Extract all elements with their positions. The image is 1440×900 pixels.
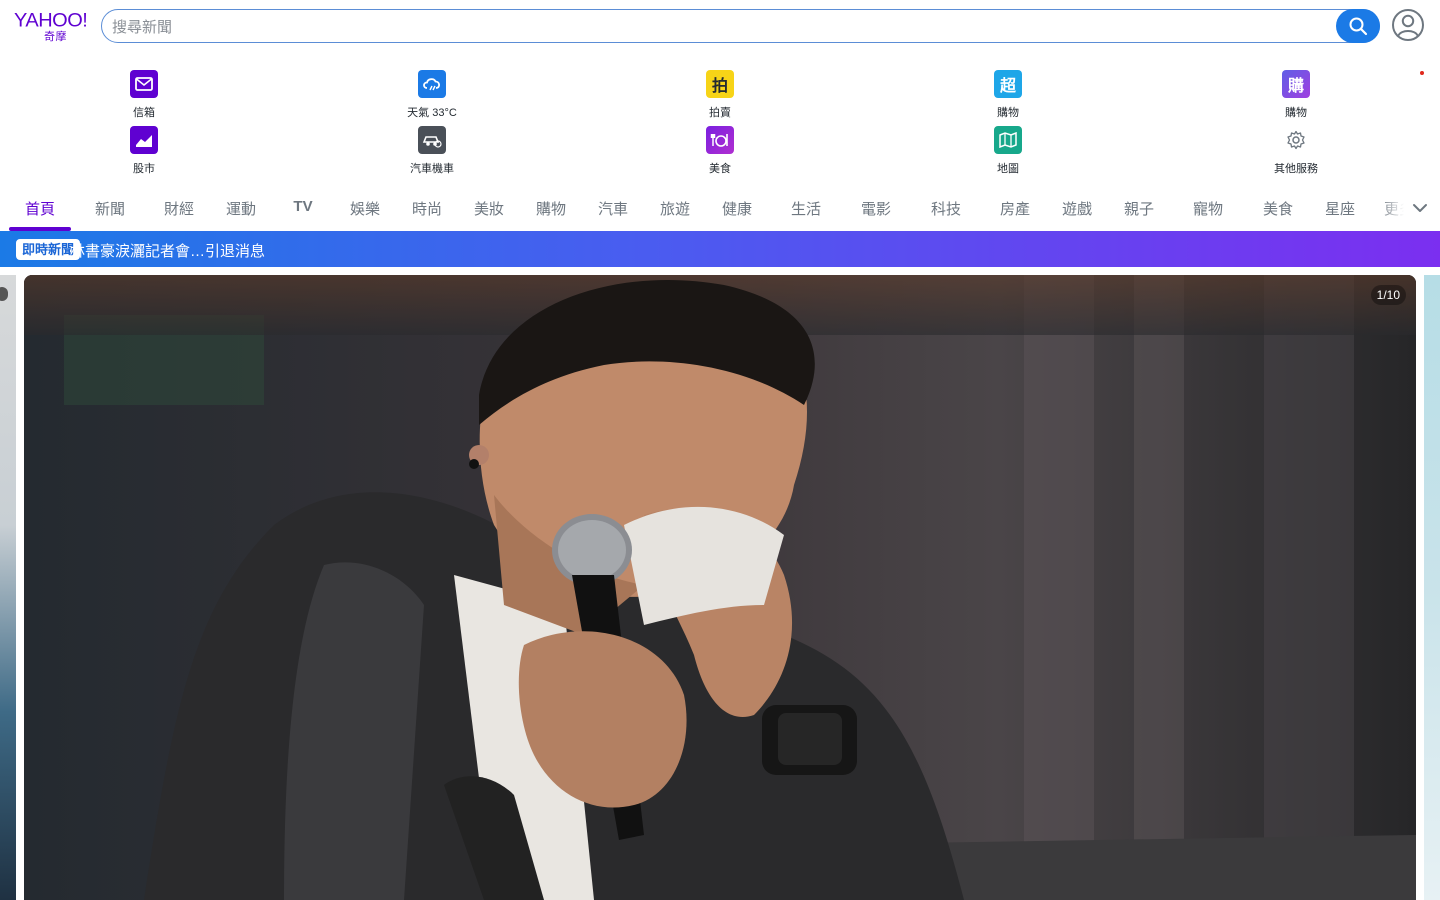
hero-image[interactable]: 1/10 — [24, 275, 1416, 900]
app-label: 信箱 — [133, 107, 155, 119]
tab-life[interactable]: 生活 — [780, 188, 832, 230]
hero-carousel: 1/10 — [0, 275, 1440, 900]
next-slide-preview[interactable] — [1424, 275, 1440, 900]
tab-tech[interactable]: 科技 — [920, 188, 972, 230]
account-button[interactable] — [1391, 8, 1425, 42]
tab-finance[interactable]: 財經 — [156, 188, 202, 230]
category-tabs: 首頁 新聞 財經 運動 TV 娛樂 時尚 美妝 購物 汽車 旅遊 健康 生活 電… — [0, 188, 1440, 230]
notification-dot — [1420, 71, 1424, 75]
yahoo-logo[interactable]: YAHOO! 奇摩 — [14, 10, 88, 44]
app-label: 購物 — [997, 107, 1019, 119]
breaking-news-headline[interactable]: 林書豪淚灑記者會…引退消息 — [70, 240, 265, 261]
auction-icon: 拍 — [706, 70, 734, 98]
app-dining[interactable]: 美食 — [660, 122, 780, 175]
tab-auto[interactable]: 汽車 — [590, 188, 636, 230]
search-icon — [1349, 17, 1368, 36]
chevron-down-icon — [1413, 204, 1427, 212]
app-more-services[interactable]: 其他服務 — [1236, 122, 1356, 175]
app-label: 地圖 — [997, 163, 1019, 175]
tab-tv[interactable]: TV — [280, 188, 326, 230]
tab-news[interactable]: 新聞 — [84, 188, 136, 230]
map-icon — [994, 126, 1022, 154]
slide-counter: 1/10 — [1370, 285, 1406, 305]
mail-icon — [130, 70, 158, 98]
app-stock[interactable]: 股市 — [84, 122, 204, 175]
dining-icon — [706, 126, 734, 154]
app-label: 購物 — [1285, 107, 1307, 119]
tab-health[interactable]: 健康 — [714, 188, 760, 230]
app-shopping[interactable]: 超 購物 — [948, 66, 1068, 119]
app-label: 美食 — [709, 163, 731, 175]
stock-chart-icon — [130, 126, 158, 154]
app-label: 汽車機車 — [410, 163, 454, 175]
app-label: 拍賣 — [709, 107, 731, 119]
app-label: 其他服務 — [1274, 163, 1318, 175]
tab-pets[interactable]: 寵物 — [1182, 188, 1234, 230]
app-shortcuts: 信箱 天氣 33°C 拍 拍賣 超 購物 購 購物 股市 汽車機車 美食 地圖 … — [0, 66, 1440, 182]
tab-games[interactable]: 遊戲 — [1054, 188, 1100, 230]
search-button[interactable] — [1336, 9, 1380, 43]
app-auction[interactable]: 拍 拍賣 — [660, 66, 780, 119]
hero-photo — [24, 275, 1416, 900]
app-label: 股市 — [133, 163, 155, 175]
app-car[interactable]: 汽車機車 — [372, 122, 492, 175]
tab-movies[interactable]: 電影 — [853, 188, 899, 230]
search-input[interactable] — [112, 16, 1312, 38]
tab-sports[interactable]: 運動 — [218, 188, 264, 230]
app-label: 天氣 33°C — [407, 107, 457, 119]
shopping-icon: 超 — [994, 70, 1022, 98]
app-store[interactable]: 購 購物 — [1236, 66, 1356, 119]
gear-icon — [1282, 126, 1310, 154]
previous-arrow-icon[interactable] — [0, 287, 8, 301]
tab-property[interactable]: 房產 — [992, 188, 1038, 230]
weather-cloud-icon — [418, 70, 446, 98]
tab-parenting[interactable]: 親子 — [1116, 188, 1162, 230]
tab-food[interactable]: 美食 — [1255, 188, 1301, 230]
user-circle-icon — [1392, 9, 1424, 41]
tab-entertainment[interactable]: 娛樂 — [342, 188, 388, 230]
app-map[interactable]: 地圖 — [948, 122, 1068, 175]
breaking-news-banner: 即時新聞 林書豪淚灑記者會…引退消息 — [0, 231, 1440, 267]
search-bar — [101, 9, 1380, 43]
store-icon: 購 — [1282, 70, 1310, 98]
app-mail[interactable]: 信箱 — [84, 66, 204, 119]
header: YAHOO! 奇摩 — [0, 0, 1440, 54]
tab-fashion[interactable]: 時尚 — [404, 188, 450, 230]
expand-tabs-button[interactable] — [1408, 196, 1432, 220]
tab-beauty[interactable]: 美妝 — [466, 188, 512, 230]
tab-shopping[interactable]: 購物 — [528, 188, 574, 230]
car-icon — [418, 126, 446, 154]
previous-slide-preview[interactable] — [0, 275, 16, 900]
tab-travel[interactable]: 旅遊 — [652, 188, 698, 230]
logo-subtitle: 奇摩 — [44, 31, 67, 43]
tab-home[interactable]: 首頁 — [9, 188, 71, 230]
app-weather[interactable]: 天氣 33°C — [372, 66, 492, 119]
tab-horoscope[interactable]: 星座 — [1317, 188, 1363, 230]
